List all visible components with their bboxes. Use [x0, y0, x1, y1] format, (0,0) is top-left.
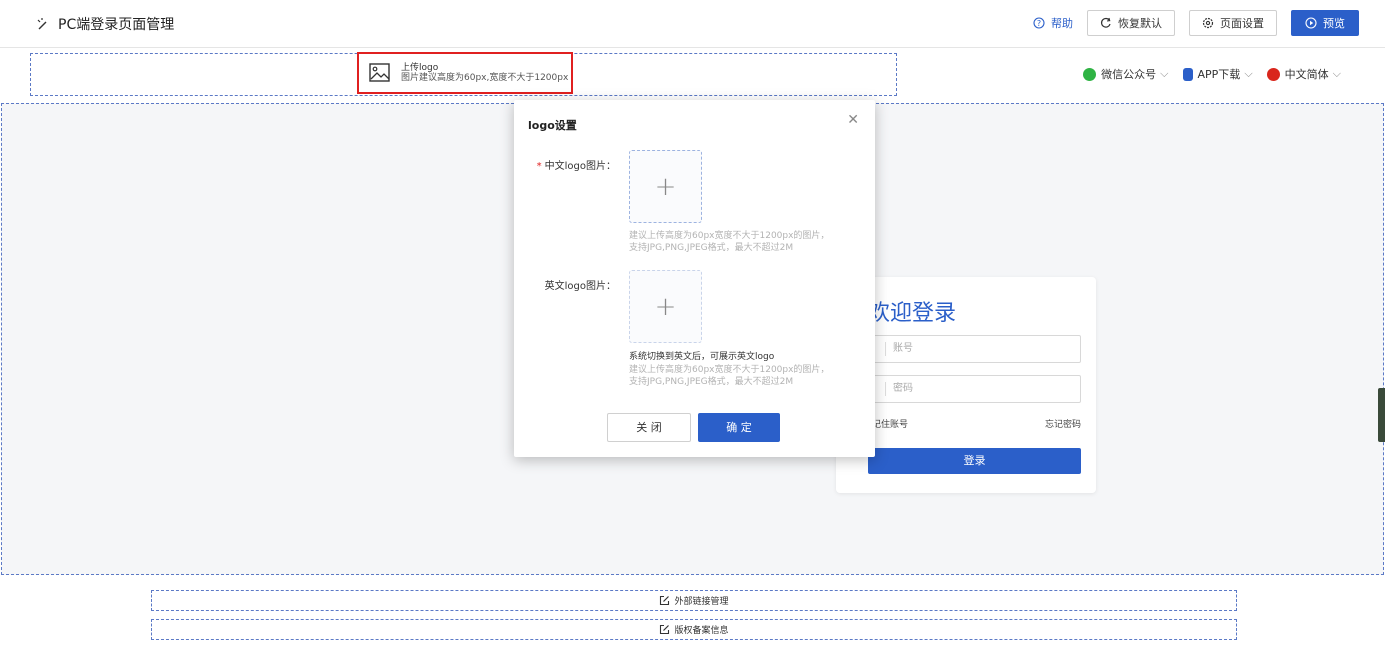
en-logo-label: 英文logo图片：	[544, 281, 616, 292]
top-header: PC端登录页面管理 ? 帮助 恢复默认 页面设置 预览	[0, 0, 1385, 48]
modal-title: logo设置	[528, 119, 577, 132]
external-links-zone[interactable]: 外部链接管理	[151, 590, 1237, 611]
top-right-links: 微信公众号 ⌵ APP下载 ⌵ 中文简体 ⌵	[1069, 66, 1341, 82]
modal-close-button[interactable]: 关 闭	[607, 413, 691, 442]
svg-text:?: ?	[1037, 19, 1041, 28]
side-drawer-handle[interactable]	[1378, 388, 1385, 442]
password-input[interactable]: 密码	[868, 375, 1081, 403]
play-circle-icon	[1305, 17, 1317, 29]
field-divider	[885, 342, 886, 356]
logo-upload-title: 上传logo	[401, 63, 439, 73]
cn-logo-upload[interactable]: +	[629, 150, 702, 223]
modal-confirm-button[interactable]: 确 定	[698, 413, 780, 442]
chevron-down-icon: ⌵	[1160, 67, 1169, 80]
forgot-password-link[interactable]: 忘记密码	[1045, 417, 1081, 430]
required-mark: *	[536, 161, 542, 172]
login-button[interactable]: 登录	[868, 448, 1081, 474]
help-label: 帮助	[1051, 17, 1073, 30]
wechat-dropdown[interactable]: 微信公众号 ⌵	[1083, 66, 1169, 82]
language-label: 中文简体	[1284, 68, 1329, 81]
plus-icon: +	[654, 291, 677, 322]
account-input[interactable]: 账号	[868, 335, 1081, 363]
wechat-label: 微信公众号	[1101, 68, 1157, 81]
logo-settings-modal: logo设置 ✕ * 中文logo图片： + 建议上传高度为60px宽度不大于12…	[514, 100, 875, 457]
account-placeholder: 账号	[893, 343, 913, 354]
phone-icon	[1182, 67, 1193, 81]
help-circle-icon: ?	[1033, 17, 1045, 29]
en-logo-note: 系统切换到英文后，可展示英文logo	[629, 352, 775, 362]
page-settings-label: 页面设置	[1220, 17, 1264, 30]
copyright-label: 版权备案信息	[674, 626, 729, 636]
app-download-label: APP下载	[1197, 68, 1241, 81]
image-upload-icon	[369, 63, 390, 82]
restore-icon	[1101, 17, 1111, 28]
logo-upload-area[interactable]: 上传logo 图片建议高度为60px,宽度不大于1200px	[357, 52, 573, 94]
cn-hint-line-1: 建议上传高度为60px宽度不大于1200px的图片，	[629, 231, 830, 241]
magic-wand-icon	[37, 18, 47, 30]
password-placeholder: 密码	[893, 383, 913, 394]
page-title: PC端登录页面管理	[58, 17, 175, 33]
plus-icon: +	[654, 171, 677, 202]
china-flag-icon	[1266, 67, 1280, 81]
header-actions: ? 帮助 恢复默认 页面设置 预览	[1033, 10, 1359, 36]
app-download-dropdown[interactable]: APP下载 ⌵	[1182, 66, 1253, 82]
chevron-down-icon: ⌵	[1332, 67, 1341, 80]
copyright-zone[interactable]: 版权备案信息	[151, 619, 1237, 640]
logo-upload-text: 上传logo 图片建议高度为60px,宽度不大于1200px	[401, 63, 568, 83]
restore-default-button[interactable]: 恢复默认	[1087, 10, 1175, 36]
restore-default-label: 恢复默认	[1118, 17, 1162, 30]
en-logo-upload[interactable]: +	[629, 270, 702, 343]
cn-logo-hint: 建议上传高度为60px宽度不大于1200px的图片， 支持JPG,PNG,JPE…	[629, 230, 859, 254]
preview-button[interactable]: 预览	[1291, 10, 1359, 36]
en-hint-line-1: 建议上传高度为60px宽度不大于1200px的图片，	[629, 365, 830, 375]
page-settings-button[interactable]: 页面设置	[1189, 10, 1277, 36]
welcome-title: 欢迎登录	[868, 301, 957, 326]
gear-icon	[1202, 17, 1214, 29]
language-dropdown[interactable]: 中文简体 ⌵	[1266, 66, 1341, 82]
logo-upload-hint: 图片建议高度为60px,宽度不大于1200px	[401, 73, 569, 83]
en-hint-line-2: 支持JPG,PNG,JPEG格式，最大不超过2M	[629, 377, 794, 387]
help-link[interactable]: ? 帮助	[1033, 15, 1073, 31]
wechat-icon	[1083, 67, 1097, 81]
chevron-down-icon: ⌵	[1244, 67, 1253, 80]
en-logo-hint: 建议上传高度为60px宽度不大于1200px的图片， 支持JPG,PNG,JPE…	[629, 364, 859, 388]
login-card: 欢迎登录 账号 密码 记住账号 忘记密码 登录	[836, 277, 1096, 493]
page-title-group: PC端登录页面管理	[36, 14, 174, 34]
cn-logo-label: * 中文logo图片：	[514, 157, 616, 172]
edit-icon	[660, 624, 670, 635]
edit-icon	[660, 595, 670, 606]
field-divider	[885, 382, 886, 396]
cn-logo-label-text: 中文logo图片：	[544, 161, 616, 172]
close-icon[interactable]: ✕	[847, 113, 859, 127]
external-links-label: 外部链接管理	[674, 597, 729, 607]
remember-account-checkbox[interactable]: 记住账号	[872, 417, 908, 430]
cn-hint-line-2: 支持JPG,PNG,JPEG格式，最大不超过2M	[629, 243, 794, 253]
preview-label: 预览	[1323, 17, 1345, 30]
